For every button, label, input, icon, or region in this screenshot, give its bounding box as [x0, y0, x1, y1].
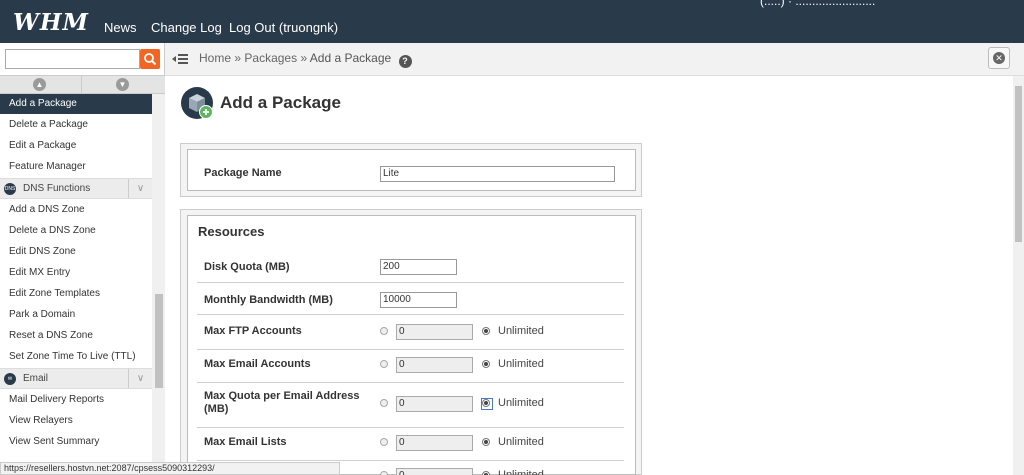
- breadcrumb-separator: »: [234, 51, 242, 65]
- email-icon: ✉: [4, 373, 16, 385]
- top-bar: WHM News Change Log Log Out (truongnk) (…: [0, 0, 1024, 43]
- breadcrumb-home[interactable]: Home: [199, 51, 231, 65]
- nav-log-out[interactable]: Log Out (truongnk): [229, 20, 338, 35]
- search-button[interactable]: [140, 49, 160, 69]
- whm-logo[interactable]: WHM: [13, 9, 89, 36]
- main-scrollbar-thumb[interactable]: [1015, 86, 1022, 242]
- sidebar-item-reset-a-dns-zone[interactable]: Reset a DNS Zone: [0, 326, 152, 346]
- resources-heading: Resources: [198, 224, 265, 239]
- nav-change-log[interactable]: Change Log: [151, 20, 222, 35]
- row-divider: [197, 282, 624, 283]
- limit-input[interactable]: 0: [396, 468, 473, 475]
- sidebar-scrollbar[interactable]: [152, 94, 165, 475]
- limit-input[interactable]: 0: [396, 396, 473, 412]
- breadcrumb: Home » Packages » Add a Package ?: [199, 51, 412, 68]
- sidebar-item-feature-manager[interactable]: Feature Manager: [0, 157, 152, 177]
- chevron-down-icon: ▼: [116, 78, 129, 91]
- breadcrumb-current: Add a Package: [309, 51, 392, 65]
- resource-row-label: Max Email Lists: [204, 436, 287, 448]
- sidebar-section-dns-functions[interactable]: DNS DNS Functions ∨: [0, 178, 152, 199]
- sidebar-section-label: Email: [23, 373, 49, 384]
- limit-radio[interactable]: [380, 471, 388, 475]
- sidebar-item-edit-a-package[interactable]: Edit a Package: [0, 136, 152, 156]
- row-divider: [197, 427, 624, 428]
- expand-all-button[interactable]: ▼: [83, 76, 165, 93]
- limit-radio[interactable]: [380, 327, 388, 335]
- unlimited-label: Unlimited: [498, 325, 544, 337]
- unlimited-label: Unlimited: [498, 358, 544, 370]
- bandwidth-label: Monthly Bandwidth (MB): [204, 294, 333, 306]
- limit-radio[interactable]: [380, 399, 388, 407]
- row-divider: [197, 382, 624, 383]
- sidebar-scrollbar-thumb[interactable]: [155, 294, 163, 388]
- sidebar-item-view-sent-summary[interactable]: View Sent Summary: [0, 432, 152, 452]
- unlimited-radio[interactable]: [482, 438, 490, 446]
- search-icon: [144, 53, 157, 66]
- unlimited-label: Unlimited: [498, 436, 544, 448]
- breadcrumb-packages[interactable]: Packages: [244, 51, 297, 65]
- unlimited-radio[interactable]: [482, 327, 490, 335]
- sidebar-item-edit-zone-templates[interactable]: Edit Zone Templates: [0, 284, 152, 304]
- unlimited-radio[interactable]: [482, 471, 490, 475]
- unlimited-radio[interactable]: [482, 399, 490, 407]
- sidebar-item-view-relayers[interactable]: View Relayers: [0, 411, 152, 431]
- sidebar-item-mail-delivery-reports[interactable]: Mail Delivery Reports: [0, 390, 152, 410]
- sidebar-item-edit-dns-zone[interactable]: Edit DNS Zone: [0, 242, 152, 262]
- chevron-down-icon[interactable]: ∨: [128, 369, 152, 388]
- resource-row-label: Max FTP Accounts: [204, 325, 302, 337]
- help-icon[interactable]: ?: [398, 55, 412, 68]
- close-button[interactable]: ✕: [988, 47, 1010, 69]
- unlimited-radio[interactable]: [482, 360, 490, 368]
- unlimited-label: Unlimited: [498, 397, 544, 409]
- page-title: Add a Package: [220, 93, 341, 112]
- resource-row-label: Max Quota per Email Address (MB): [204, 390, 360, 415]
- limit-input[interactable]: 0: [396, 324, 473, 340]
- dns-icon: DNS: [4, 183, 16, 195]
- nav-news[interactable]: News: [104, 20, 137, 35]
- sidebar-item-set-zone-time-to-live-ttl[interactable]: Set Zone Time To Live (TTL): [0, 347, 152, 367]
- sidebar-search-input[interactable]: [5, 49, 140, 69]
- limit-input[interactable]: 0: [396, 357, 473, 373]
- resource-row-label: Max Email Accounts: [204, 358, 311, 370]
- row-divider: [197, 460, 624, 461]
- package-icon: [181, 87, 213, 119]
- limit-input[interactable]: 0: [396, 435, 473, 451]
- package-name-label: Package Name: [204, 167, 282, 179]
- menu-toggle-icon[interactable]: [172, 53, 188, 65]
- sidebar-item-delete-a-dns-zone[interactable]: Delete a DNS Zone: [0, 221, 152, 241]
- sidebar-item-add-a-package[interactable]: Add a Package: [0, 94, 152, 114]
- close-icon: ✕: [993, 52, 1005, 64]
- top-right-partial-text: (.....) · ........................: [760, 0, 876, 8]
- sidebar-collapse-bar: ▲ ▼: [0, 75, 165, 94]
- breadcrumb-separator: »: [300, 51, 308, 65]
- status-bar-url: https://resellers.hostvn.net:2087/cpsess…: [0, 462, 340, 475]
- limit-radio[interactable]: [380, 360, 388, 368]
- disk-quota-input[interactable]: 200: [380, 259, 457, 275]
- sidebar-section-email[interactable]: ✉ Email ∨: [0, 368, 152, 389]
- chevron-up-icon: ▲: [33, 78, 46, 91]
- sidebar-item-delete-a-package[interactable]: Delete a Package: [0, 115, 152, 135]
- sidebar-section-label: DNS Functions: [23, 183, 91, 194]
- sidebar-item-park-a-domain[interactable]: Park a Domain: [0, 305, 152, 325]
- package-name-input[interactable]: Lite: [380, 166, 615, 182]
- limit-radio[interactable]: [380, 438, 388, 446]
- sidebar-item-edit-mx-entry[interactable]: Edit MX Entry: [0, 263, 152, 283]
- collapse-all-button[interactable]: ▲: [0, 76, 82, 93]
- sidebar-item-add-a-dns-zone[interactable]: Add a DNS Zone: [0, 200, 152, 220]
- bandwidth-input[interactable]: 10000: [380, 292, 457, 308]
- row-divider: [197, 349, 624, 350]
- disk-quota-label: Disk Quota (MB): [204, 261, 290, 273]
- row-divider: [197, 314, 624, 315]
- chevron-down-icon[interactable]: ∨: [128, 179, 152, 198]
- unlimited-label: Unlimited: [498, 469, 544, 475]
